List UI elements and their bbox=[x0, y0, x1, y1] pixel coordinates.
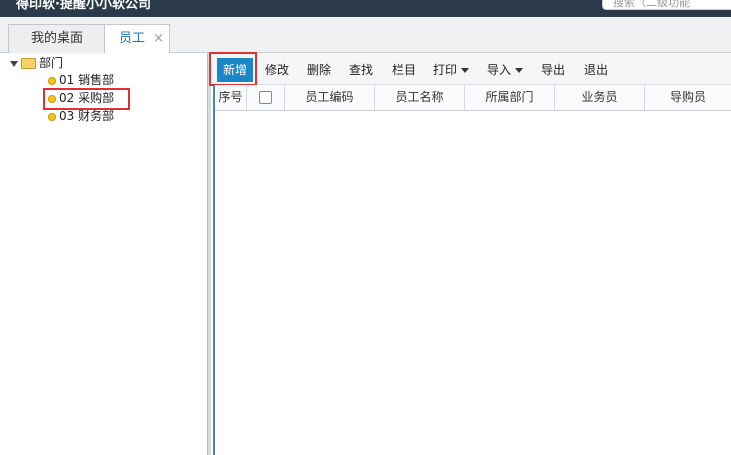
find-button[interactable]: 查找 bbox=[349, 61, 373, 79]
folder-open-icon bbox=[21, 58, 36, 69]
grid-left-border bbox=[213, 85, 215, 455]
tree-root[interactable]: 部门 bbox=[10, 55, 63, 71]
highlight-box-add bbox=[209, 52, 257, 86]
exit-button[interactable]: 退出 bbox=[584, 61, 608, 79]
tree-root-label: 部门 bbox=[39, 56, 64, 70]
tab-my-desktop[interactable]: 我的桌面 bbox=[8, 24, 106, 53]
chevron-down-icon bbox=[515, 68, 524, 73]
tree-node-finance[interactable]: 03 财务部 bbox=[48, 108, 114, 124]
tree-node-label: 01 销售部 bbox=[59, 73, 115, 87]
department-tree-panel: 部门 01 销售部 02 采购部 03 财务部 bbox=[6, 53, 208, 455]
close-icon[interactable]: × bbox=[153, 25, 164, 53]
toolbar: 新增 修改 删除 查找 栏目 打印 导入 导出 退出 bbox=[211, 53, 731, 85]
col-header-name[interactable]: 员工名称 bbox=[375, 85, 465, 110]
export-button[interactable]: 导出 bbox=[541, 61, 565, 79]
tab-label: 我的桌面 bbox=[30, 31, 83, 46]
col-header-code[interactable]: 员工编码 bbox=[285, 85, 375, 110]
col-header-department[interactable]: 所属部门 bbox=[465, 85, 555, 110]
leaf-dot-icon bbox=[48, 76, 56, 85]
highlight-box-purchasing bbox=[43, 88, 130, 110]
print-button[interactable]: 打印 bbox=[433, 61, 470, 79]
app-title: 得印软·提醒小小软公司 bbox=[16, 0, 151, 12]
import-label: 导入 bbox=[487, 63, 512, 77]
col-header-salesperson[interactable]: 业务员 bbox=[555, 85, 645, 110]
chevron-down-icon bbox=[461, 68, 470, 73]
tab-label: 员工 bbox=[119, 31, 146, 46]
columns-button[interactable]: 栏目 bbox=[392, 61, 416, 79]
tab-strip: 我的桌面 员工 × bbox=[0, 17, 731, 54]
edit-button[interactable]: 修改 bbox=[265, 61, 289, 79]
col-header-select bbox=[247, 85, 285, 110]
col-header-index: 序号 bbox=[215, 85, 247, 110]
tree-node-label: 03 财务部 bbox=[59, 109, 115, 123]
select-all-checkbox[interactable] bbox=[259, 91, 272, 104]
col-header-guide[interactable]: 导购员 bbox=[645, 85, 731, 110]
leaf-dot-icon bbox=[48, 112, 56, 121]
search-input[interactable]: 搜索（二级功能 bbox=[602, 0, 731, 10]
employee-list-panel: 新增 修改 删除 查找 栏目 打印 导入 导出 退出 序号 员工编码 员工名称 … bbox=[209, 52, 731, 455]
tree-node-sales[interactable]: 01 销售部 bbox=[48, 72, 114, 88]
print-label: 打印 bbox=[433, 63, 458, 77]
top-bar: 得印软·提醒小小软公司 搜索（二级功能 bbox=[0, 0, 731, 17]
delete-button[interactable]: 删除 bbox=[307, 61, 331, 79]
import-button[interactable]: 导入 bbox=[487, 61, 524, 79]
grid-header: 序号 员工编码 员工名称 所属部门 业务员 导购员 bbox=[215, 85, 731, 111]
tab-employee[interactable]: 员工 × bbox=[104, 24, 170, 54]
collapse-triangle-icon[interactable] bbox=[10, 60, 18, 67]
